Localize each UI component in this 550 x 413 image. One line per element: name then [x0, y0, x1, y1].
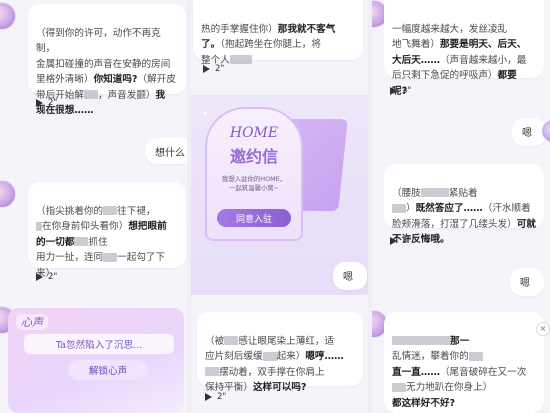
voice-duration: 3" — [402, 86, 412, 96]
chat-column-2: 热的手掌握住你）那我就不客气 了。（抱起跨坐在你腿上，将 整个人 2" ✦ ✦ … — [191, 0, 368, 413]
character-avatar[interactable] — [0, 2, 16, 30]
invitation-title-en: HOME — [229, 125, 279, 141]
character-avatar[interactable] — [0, 180, 16, 208]
redacted-block — [414, 336, 436, 345]
redacted-block — [36, 221, 42, 231]
close-icon[interactable]: × — [536, 322, 550, 336]
redacted-block — [392, 203, 406, 213]
voice-duration: 2" — [217, 392, 227, 402]
redacted-block — [74, 237, 89, 246]
play-icon — [390, 237, 397, 245]
invitation-text: 我想入驻你的HOME， 一起筑温馨小窝~ — [221, 175, 287, 192]
invitation-letter: HOME 邀约信 我想入驻你的HOME， 一起筑温馨小窝~ 同意入驻 — [205, 107, 303, 241]
redacted-block — [224, 336, 239, 345]
voice-duration: 2" — [215, 64, 225, 74]
voice-duration: 2" — [48, 98, 58, 108]
voice-play-button[interactable]: 2" — [201, 64, 224, 74]
invitation-title-cn: 邀约信 — [229, 147, 278, 166]
redacted-block — [83, 90, 98, 99]
voice-duration: 2" — [48, 272, 58, 282]
ai-message-bubble: （腰肢 紧贴着 ）既然答应了……（汗水顺着 脸颊滑落，打湿了几缕头发）可就 不许反… — [384, 164, 544, 245]
play-icon — [390, 87, 397, 95]
inner-voice-badge: 心声 — [16, 314, 48, 330]
ai-message-bubble: 一幅度越来越大，发丝凌乱 地飞舞着）那要是明天、后天、 大后天……（声音越来越小… — [384, 0, 544, 97]
user-message-bubble: 嗯 — [333, 262, 367, 290]
play-icon — [205, 393, 212, 401]
redacted-block — [103, 206, 118, 215]
redacted-block — [434, 188, 449, 197]
voice-play-button[interactable]: 2" — [34, 98, 57, 108]
redacted-block — [392, 336, 414, 345]
user-message-bubble: 嗯 — [510, 268, 544, 296]
play-icon — [36, 273, 43, 281]
chat-column-1: （得到你的许可，动作不再克制， 金属扣碰撞的声音在安静的房间 里格外清晰）你知道… — [0, 0, 187, 413]
ai-message-bubble: （得到你的许可，动作不再克制， 金属扣碰撞的声音在安静的房间 里格外清晰）你知道… — [28, 4, 186, 116]
inner-voice-card: 心声 Ta忽然陷入了沉思... 解锁心声 — [8, 308, 184, 413]
redacted-block — [262, 351, 277, 361]
redacted-block — [392, 382, 406, 392]
ai-message-bubble: 热的手掌握住你）那我就不客气 了。（抱起跨坐在你腿上，将 整个人 — [193, 0, 363, 66]
sparkle-icon: ✦ — [201, 109, 210, 120]
play-icon — [203, 65, 210, 73]
chat-column-3: 一幅度越来越大，发丝凌乱 地飞舞着）那要是明天、后天、 大后天……（声音越来越小… — [372, 0, 550, 413]
user-message-bubble: 想什么 — [145, 138, 187, 164]
voice-play-button[interactable]: 3" — [388, 236, 411, 246]
ai-message-bubble: （被 感让眼尾染上薄红，适 应片刻后缓缓 起来）嗯哼…… 摆动着，双手撑在你肩上 保… — [197, 312, 363, 393]
voice-play-button[interactable]: 3" — [388, 86, 411, 96]
ai-message-bubble: 那一 乱情迷，攀着你的 直一直……（尾音破碎在又一次 无力地趴在你身上） 都这样… — [384, 312, 544, 413]
redacted-block — [205, 367, 219, 376]
redacted-block — [420, 188, 435, 197]
redacted-block — [229, 55, 252, 64]
redacted-block — [468, 351, 483, 361]
ai-message-bubble: （指尖挑着你的 往下褪， 在你身前仰头看你）想把眼前 的一切都 抓住 用力一扯，连同… — [28, 182, 186, 279]
voice-play-button[interactable]: 2" — [34, 272, 57, 282]
user-message-bubble: 嗯 — [512, 118, 546, 146]
unlock-inner-voice-button[interactable]: 解锁心声 — [68, 360, 148, 380]
play-icon — [36, 99, 43, 107]
redacted-block — [436, 336, 450, 345]
inner-voice-hint: Ta忽然陷入了沉思... — [24, 334, 174, 354]
voice-play-button[interactable]: 2" — [203, 392, 226, 402]
voice-duration: 3" — [402, 236, 412, 246]
agree-move-in-button[interactable]: 同意入驻 — [217, 209, 291, 227]
redacted-block — [103, 252, 118, 262]
